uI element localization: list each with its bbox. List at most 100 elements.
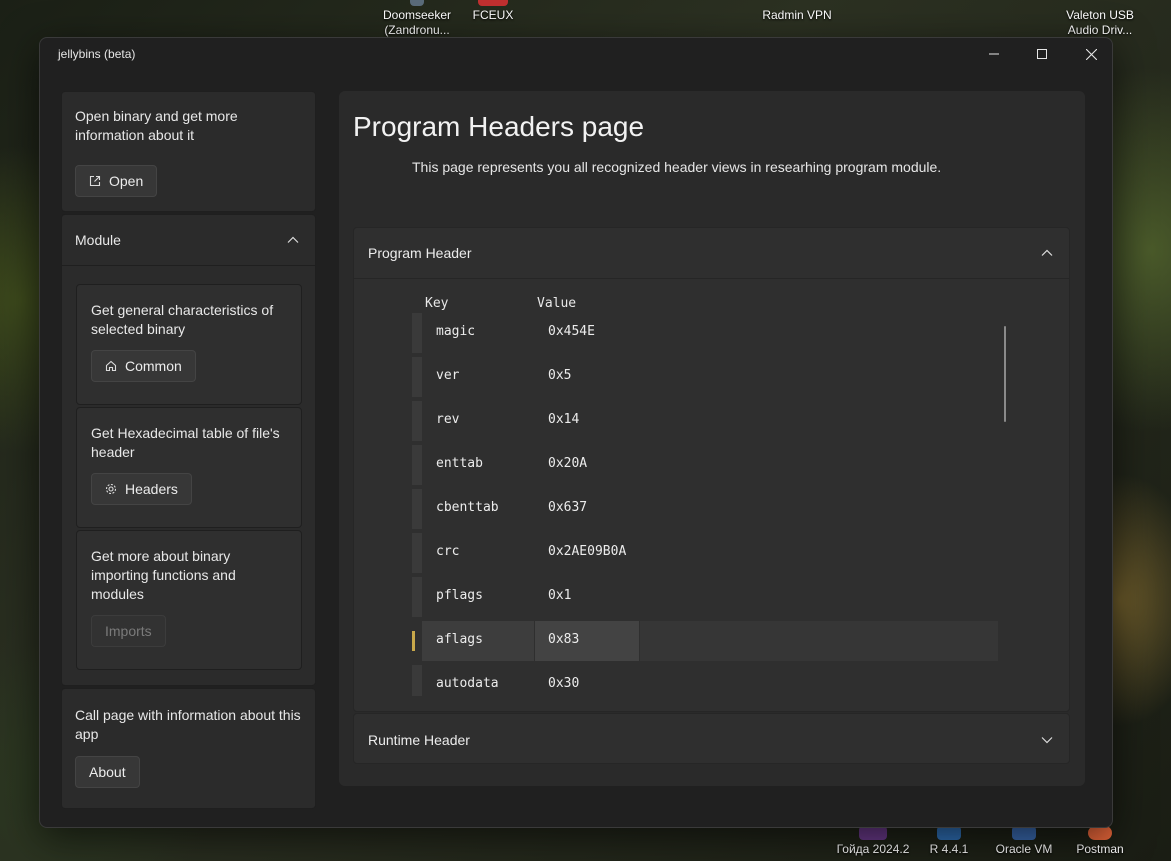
common-button[interactable]: Common	[91, 350, 196, 382]
valeton-icon	[1087, 0, 1113, 6]
row-key: cbenttab	[436, 500, 499, 515]
table-row[interactable]: crc 0x2AE09B0A	[412, 533, 998, 573]
table-row[interactable]: magic 0x454E	[412, 313, 998, 353]
row-value: 0x2AE09B0A	[548, 544, 627, 559]
module-header[interactable]: Module	[62, 215, 315, 266]
program-header-expander: Program Header Key Value magic 0x454E ve…	[353, 227, 1070, 712]
row-key: pflags	[436, 588, 483, 603]
chevron-up-icon[interactable]	[287, 236, 299, 244]
minimize-button[interactable]	[971, 38, 1017, 70]
minimize-icon	[989, 53, 999, 55]
row-value: 0x14	[548, 412, 580, 427]
table-row[interactable]: pflags 0x1	[412, 577, 998, 617]
module-item-common: Get general characteristics of selected …	[76, 284, 302, 405]
module-label: Module	[75, 231, 121, 248]
chevron-up-icon[interactable]	[1041, 249, 1053, 257]
desktop-icon-label: Oracle VM	[995, 842, 1053, 856]
program-header-header[interactable]: Program Header	[354, 228, 1069, 279]
common-text: Get general characteristics of selected …	[91, 302, 274, 337]
row-key: rev	[436, 412, 460, 427]
selected-row-fill	[640, 621, 998, 661]
maximize-button[interactable]	[1019, 38, 1065, 70]
desktop-icon-label: Doomseeker (Zandronu...	[382, 8, 452, 37]
about-card-text: Call page with information about this ap…	[75, 707, 301, 742]
selection-indicator	[412, 631, 415, 651]
desktop-icon-label: FCEUX	[472, 8, 514, 22]
row-value: 0x5	[548, 368, 572, 383]
row-indicator	[412, 445, 422, 485]
column-header-value: Value	[537, 296, 577, 311]
row-indicator	[412, 401, 422, 441]
close-button[interactable]	[1068, 38, 1112, 70]
row-key: aflags	[436, 632, 483, 647]
row-key: ver	[436, 368, 460, 383]
desktop-icon-label: Postman	[1076, 842, 1124, 856]
runtime-header-label: Runtime Header	[368, 731, 470, 748]
window-title: jellybins (beta)	[58, 47, 136, 61]
imports-button[interactable]: Imports	[91, 615, 166, 647]
row-value: 0x30	[548, 676, 580, 691]
row-indicator	[412, 533, 422, 573]
row-value: 0x1	[548, 588, 572, 603]
about-button[interactable]: About	[75, 756, 140, 788]
runtime-header-expander: Runtime Header	[353, 713, 1070, 764]
goida-icon	[859, 826, 887, 840]
title-bar[interactable]: jellybins (beta)	[40, 38, 1112, 70]
open-card: Open binary and get more information abo…	[61, 91, 316, 212]
row-value: 0x454E	[548, 324, 595, 339]
table-row[interactable]: enttab 0x20A	[412, 445, 998, 485]
table-row[interactable]: cbenttab 0x637	[412, 489, 998, 529]
postman-icon	[1088, 826, 1112, 840]
row-value: 0x83	[548, 632, 580, 647]
table-row[interactable]: ver 0x5	[412, 357, 998, 397]
desktop-icon-radmin-vpn[interactable]: Radmin VPN	[752, 0, 842, 23]
app-window: jellybins (beta) Open binary and get mor…	[39, 37, 1113, 828]
open-button-label: Open	[109, 173, 144, 189]
doomseeker-icon	[410, 0, 424, 6]
sidebar: Open binary and get more information abo…	[61, 91, 316, 809]
close-icon	[1085, 48, 1097, 60]
row-value: 0x20A	[548, 456, 588, 471]
desktop-icon-label: Гойда 2024.2	[836, 842, 910, 856]
row-indicator	[412, 489, 422, 529]
radmin-vpn-icon	[784, 0, 810, 6]
module-item-imports: Get more about binary importing function…	[76, 530, 302, 670]
desktop-icon-label: Valeton USB Audio Driv...	[1066, 8, 1134, 37]
runtime-header-header[interactable]: Runtime Header	[354, 714, 1069, 765]
page-subtitle: This page represents you all recognized …	[412, 159, 942, 175]
headers-button-label: Headers	[125, 481, 178, 497]
desktop-icon-label: R 4.4.1	[929, 842, 969, 856]
headers-text: Get Hexadecimal table of file's header	[91, 425, 280, 460]
home-icon	[105, 360, 117, 372]
row-indicator	[412, 577, 422, 617]
open-external-icon	[89, 175, 101, 187]
row-key: crc	[436, 544, 460, 559]
desktop-icon-postman[interactable]: Postman	[1055, 826, 1145, 857]
row-indicator	[412, 357, 422, 397]
page-title: Program Headers page	[353, 111, 645, 142]
column-header-key: Key	[425, 296, 449, 311]
imports-text: Get more about binary importing function…	[91, 548, 236, 602]
fceux-icon	[478, 0, 508, 6]
r-icon	[937, 826, 961, 840]
row-indicator	[412, 313, 422, 353]
maximize-icon	[1037, 49, 1047, 59]
desktop-icon-label: Radmin VPN	[762, 8, 832, 22]
desktop-icon-fceux[interactable]: FCEUX	[448, 0, 538, 23]
about-card: Call page with information about this ap…	[61, 688, 316, 809]
table-row[interactable]: rev 0x14	[412, 401, 998, 441]
common-button-label: Common	[125, 358, 182, 374]
chevron-down-icon[interactable]	[1041, 736, 1053, 744]
row-key: autodata	[436, 676, 499, 691]
main-content: Program Headers page This page represent…	[339, 91, 1085, 786]
module-item-headers: Get Hexadecimal table of file's header H…	[76, 407, 302, 528]
table-row-selected[interactable]: aflags 0x83	[412, 621, 998, 661]
desktop-icon-valeton[interactable]: Valeton USB Audio Driv...	[1055, 0, 1145, 38]
open-card-text: Open binary and get more information abo…	[75, 108, 238, 143]
row-key: magic	[436, 324, 476, 339]
gear-icon	[105, 483, 117, 495]
table-row[interactable]: autodata 0x30	[412, 665, 998, 696]
vertical-scrollbar[interactable]	[1004, 326, 1006, 422]
open-button[interactable]: Open	[75, 165, 158, 197]
headers-button[interactable]: Headers	[91, 473, 192, 505]
